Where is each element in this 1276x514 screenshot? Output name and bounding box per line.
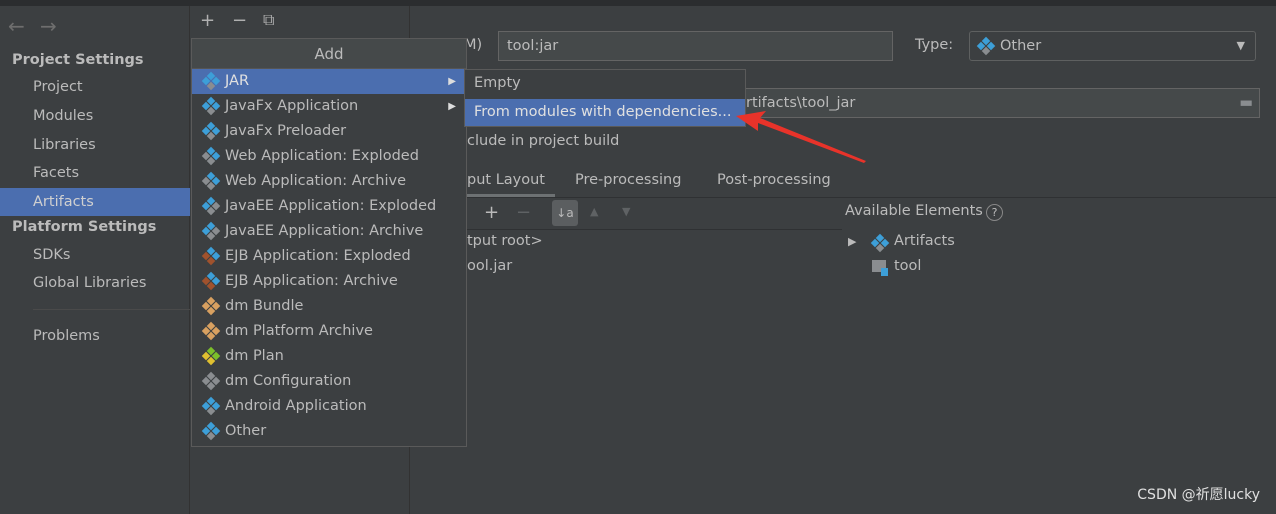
diamond-icon [201, 421, 221, 441]
menu-item-label: JavaFx Preloader [225, 123, 347, 139]
plan-icon [201, 346, 221, 366]
output-root-node[interactable]: tput root> [467, 233, 543, 249]
add-element-icon[interactable]: + [484, 202, 499, 223]
menu-item-dm-plan[interactable]: dm Plan [192, 344, 466, 369]
add-menu: Add JAR ▶ JavaFx Application ▶ JavaFx Preloa… [191, 38, 467, 447]
menu-item-label: Web Application: Archive [225, 173, 406, 189]
sidebar-item-problems[interactable]: Problems [0, 322, 190, 350]
copy-icon[interactable]: ⧉ [263, 10, 274, 30]
sidebar-item-project[interactable]: Project [0, 73, 190, 101]
submenu-arrow-icon: ▶ [448, 76, 456, 87]
menu-item-dm-platform-archive[interactable]: dm Platform Archive [192, 319, 466, 344]
tool-jar-node[interactable]: ool.jar [467, 258, 512, 274]
menu-item-web-application-exploded[interactable]: Web Application: Exploded [192, 144, 466, 169]
sidebar-item-sdks[interactable]: SDKs [0, 241, 190, 269]
available-tool[interactable]: tool [894, 258, 921, 274]
expand-arrow-icon[interactable]: ▶ [848, 235, 856, 248]
menu-item-dm-configuration[interactable]: dm Configuration [192, 369, 466, 394]
sidebar-item-modules[interactable]: Modules [0, 102, 190, 130]
sidebar: ← → Project Settings Project Modules Lib… [0, 6, 190, 514]
menu-item-ejb-application-exploded[interactable]: EJB Application: Exploded [192, 244, 466, 269]
tab-pre-processing[interactable]: Pre-processing [575, 172, 681, 188]
tabs-divider [410, 197, 1276, 198]
menu-item-javaee-application-archive[interactable]: JavaEE Application: Archive [192, 219, 466, 244]
tab-post-processing[interactable]: Post-processing [717, 172, 831, 188]
remove-element-icon[interactable]: − [516, 202, 531, 223]
watermark: CSDN @祈愿lucky [1137, 487, 1260, 503]
type-label: Type: [915, 37, 954, 53]
menu-item-label: Android Application [225, 398, 367, 414]
sort-icon[interactable]: ↓a [552, 200, 578, 226]
javaee-icon [201, 196, 221, 216]
folder-icon[interactable]: ▬ [1239, 89, 1253, 117]
menu-item-label: dm Plan [225, 348, 284, 364]
jar-diamond-icon [201, 71, 221, 91]
ejb-icon [201, 271, 221, 291]
sidebar-item-global-libraries[interactable]: Global Libraries [0, 269, 190, 297]
diamond-icon [201, 96, 221, 116]
layout-toolbar-divider [467, 229, 842, 230]
red-annotation-arrow [736, 111, 866, 163]
submenu-item-empty[interactable]: Empty [465, 70, 745, 97]
move-up-icon[interactable]: ▲ [590, 205, 598, 218]
move-down-icon[interactable]: ▼ [622, 205, 630, 218]
name-input[interactable]: tool:jar [498, 31, 893, 61]
bundle-icon [201, 296, 221, 316]
available-elements-title: Available Elements [845, 203, 983, 219]
menu-item-label: JavaFx Application [225, 98, 359, 114]
platform-settings-heading: Platform Settings [12, 219, 157, 235]
menu-item-javaee-application-exploded[interactable]: JavaEE Application: Exploded [192, 194, 466, 219]
file-icon [201, 371, 221, 391]
menu-item-label: EJB Application: Exploded [225, 248, 411, 264]
menu-item-other[interactable]: Other [192, 419, 466, 444]
menu-item-dm-bundle[interactable]: dm Bundle [192, 294, 466, 319]
include-in-build-checkbox-label[interactable]: clude in project build [467, 133, 619, 149]
menu-item-label: JAR [225, 73, 250, 89]
sidebar-item-artifacts[interactable]: Artifacts [0, 188, 190, 216]
menu-item-label: JavaEE Application: Exploded [225, 198, 437, 214]
sidebar-item-libraries[interactable]: Libraries [0, 131, 190, 159]
bundle-icon [201, 321, 221, 341]
type-select[interactable]: Other ▼ [969, 31, 1256, 61]
web-icon [201, 171, 221, 191]
help-icon[interactable]: ? [986, 204, 1003, 221]
menu-item-label: dm Platform Archive [225, 323, 373, 339]
web-icon [201, 146, 221, 166]
tab-output-layout[interactable]: put Layout [467, 172, 545, 188]
type-value: Other [1000, 38, 1042, 54]
menu-item-label: JavaEE Application: Archive [225, 223, 424, 239]
add-icon[interactable]: + [200, 10, 215, 31]
module-folder-icon [872, 260, 888, 276]
javaee-icon [201, 221, 221, 241]
available-artifacts[interactable]: Artifacts [894, 233, 955, 249]
ejb-icon [201, 246, 221, 266]
menu-item-web-application-archive[interactable]: Web Application: Archive [192, 169, 466, 194]
menu-item-android-application[interactable]: Android Application [192, 394, 466, 419]
diamond-icon [201, 396, 221, 416]
project-settings-heading: Project Settings [12, 52, 144, 68]
menu-item-javafx-application[interactable]: JavaFx Application ▶ [192, 94, 466, 119]
menu-item-label: dm Bundle [225, 298, 304, 314]
sidebar-divider [33, 309, 190, 310]
menu-item-jar[interactable]: JAR ▶ [192, 69, 466, 94]
menu-item-ejb-application-archive[interactable]: EJB Application: Archive [192, 269, 466, 294]
remove-icon[interactable]: − [232, 10, 247, 31]
menu-item-label: Web Application: Exploded [225, 148, 419, 164]
forward-arrow-icon[interactable]: → [40, 14, 57, 38]
menu-item-label: EJB Application: Archive [225, 273, 398, 289]
chevron-down-icon: ▼ [1236, 39, 1245, 52]
diamond-icon [201, 121, 221, 141]
sidebar-item-facets[interactable]: Facets [0, 159, 190, 187]
back-arrow-icon[interactable]: ← [8, 14, 25, 38]
menu-item-label: dm Configuration [225, 373, 352, 389]
diamond-icon [976, 36, 996, 56]
jar-submenu: Empty From modules with dependencies... [464, 69, 746, 127]
menu-item-label: Other [225, 423, 267, 439]
add-menu-title: Add [192, 39, 466, 69]
menu-item-javafx-preloader[interactable]: JavaFx Preloader [192, 119, 466, 144]
artifacts-diamond-icon [870, 233, 890, 253]
submenu-arrow-icon: ▶ [448, 101, 456, 112]
submenu-item-from-modules[interactable]: From modules with dependencies... [465, 99, 745, 126]
